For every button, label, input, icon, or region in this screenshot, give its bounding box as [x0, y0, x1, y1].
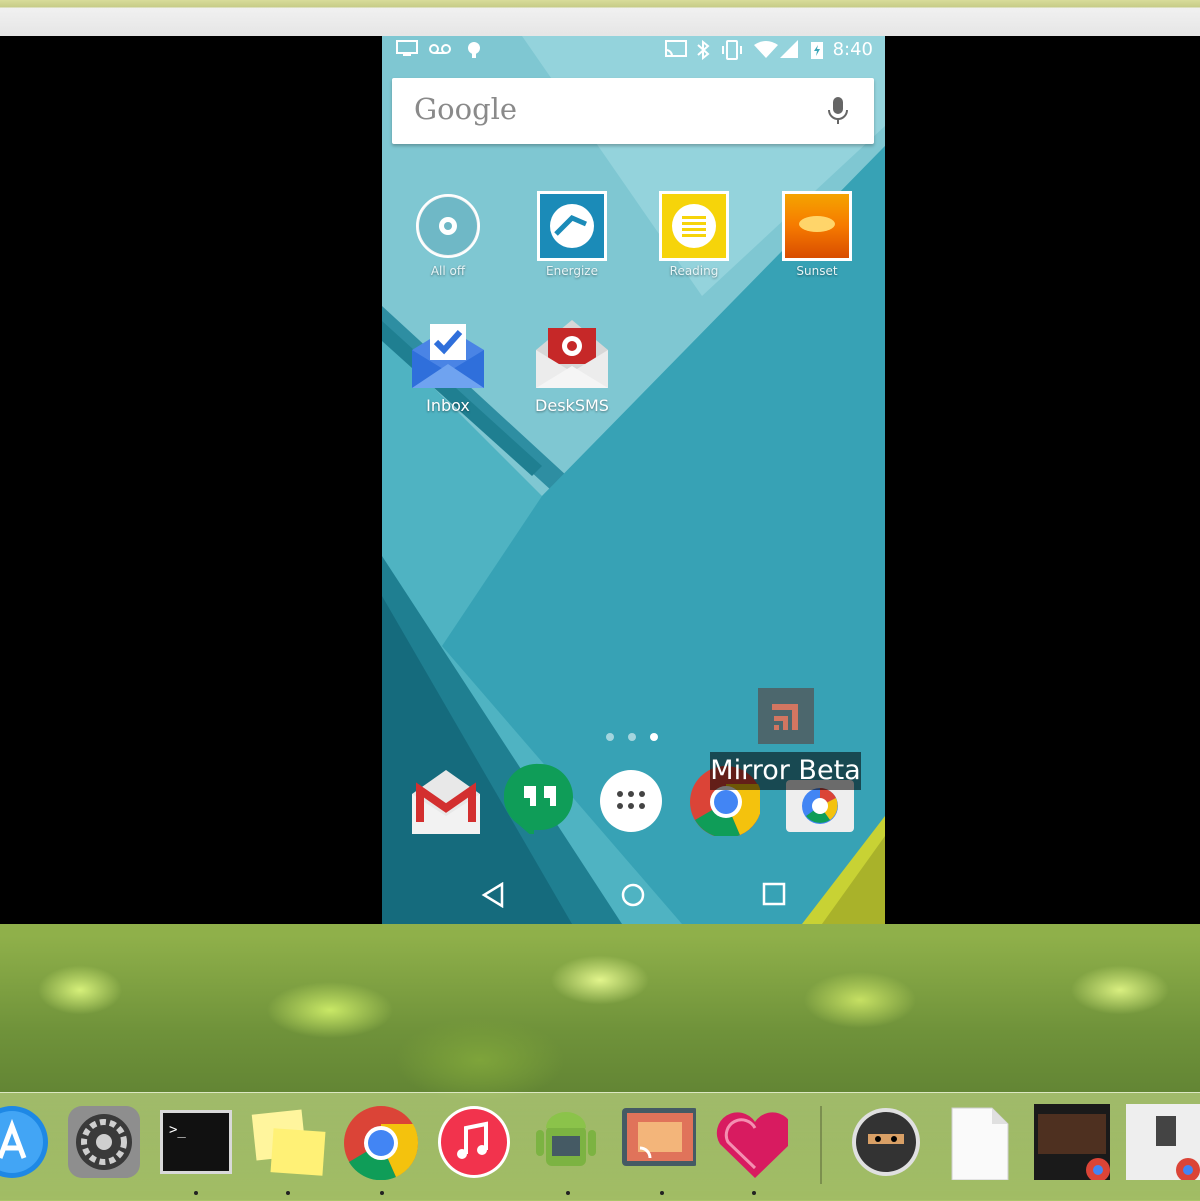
page-dot — [628, 733, 636, 741]
wifi-icon — [754, 41, 778, 58]
stickies-icon[interactable] — [250, 1104, 326, 1180]
home-icon[interactable] — [620, 882, 646, 908]
app-label: Sunset — [796, 264, 838, 278]
running-indicator — [566, 1191, 570, 1195]
app-label: Energize — [546, 264, 598, 278]
running-indicator — [286, 1191, 290, 1195]
hangouts-icon[interactable] — [504, 762, 576, 834]
bluetooth-icon — [697, 40, 710, 60]
running-indicator — [660, 1191, 664, 1195]
page-indicator — [606, 726, 672, 745]
android-debug-icon — [468, 42, 480, 58]
app-label: All off — [430, 264, 466, 278]
app-energize[interactable]: Energize — [517, 190, 627, 278]
screen-icon — [396, 40, 418, 56]
app-label: DeskSMS — [535, 396, 609, 415]
chrome-icon[interactable] — [342, 1104, 418, 1180]
running-indicator — [752, 1191, 756, 1195]
signal-icon — [780, 40, 798, 58]
page-dot — [606, 733, 614, 741]
running-indicator — [194, 1191, 198, 1195]
mic-icon[interactable] — [828, 96, 848, 126]
voicemail-icon — [429, 44, 451, 54]
chrome-window-thumbnail-icon[interactable] — [1034, 1104, 1114, 1180]
app-all-off[interactable]: All off — [393, 190, 503, 278]
page-dot-active — [650, 733, 658, 741]
heart-app-icon[interactable] — [712, 1104, 788, 1180]
app-desksms[interactable]: DeskSMS — [517, 314, 627, 415]
app-store-icon[interactable] — [0, 1104, 50, 1180]
google-logo: Google — [414, 92, 518, 126]
terminal-icon[interactable]: >_ — [158, 1104, 234, 1180]
app-label: Inbox — [426, 396, 470, 415]
sunset-icon — [781, 190, 853, 262]
energize-icon — [536, 190, 608, 262]
running-indicator — [380, 1191, 384, 1195]
gmail-icon[interactable] — [410, 764, 482, 836]
app-sunset[interactable]: Sunset — [762, 190, 872, 278]
app-label: Reading — [669, 264, 719, 278]
inbox-icon — [408, 314, 488, 394]
system-preferences-icon[interactable] — [66, 1104, 142, 1180]
app-reading[interactable]: Reading — [639, 190, 749, 278]
window-title-bar[interactable] — [0, 0, 1200, 37]
phone-screen[interactable]: 8:40 Google All off Energize Reading Sun… — [382, 36, 885, 924]
status-bar: 8:40 — [382, 36, 885, 64]
svg-text:>_: >_ — [169, 1122, 186, 1138]
battery-charging-icon — [811, 42, 823, 59]
chrome-window-thumbnail-2-icon[interactable] — [1126, 1104, 1200, 1180]
back-icon[interactable] — [480, 882, 506, 908]
recents-icon[interactable] — [762, 882, 786, 906]
dock-separator — [820, 1106, 822, 1184]
android-file-transfer-icon[interactable] — [528, 1104, 604, 1180]
app-inbox[interactable]: Inbox — [393, 314, 503, 415]
google-search-bar[interactable]: Google — [392, 78, 874, 144]
document-icon[interactable] — [942, 1104, 1018, 1180]
itunes-icon[interactable] — [436, 1104, 512, 1180]
ninja-icon[interactable] — [848, 1104, 924, 1180]
navigation-bar — [382, 858, 885, 924]
cast-icon — [665, 40, 687, 57]
reading-icon — [658, 190, 730, 262]
vibrate-icon — [722, 40, 742, 60]
desksms-icon — [532, 314, 612, 394]
mirror-drag-icon[interactable] — [758, 688, 814, 744]
mirror-icon[interactable] — [620, 1104, 696, 1180]
all-off-icon — [412, 190, 484, 262]
drag-tooltip: Mirror Beta — [710, 752, 861, 790]
clock: 8:40 — [832, 39, 873, 60]
app-drawer-icon[interactable] — [598, 768, 670, 840]
